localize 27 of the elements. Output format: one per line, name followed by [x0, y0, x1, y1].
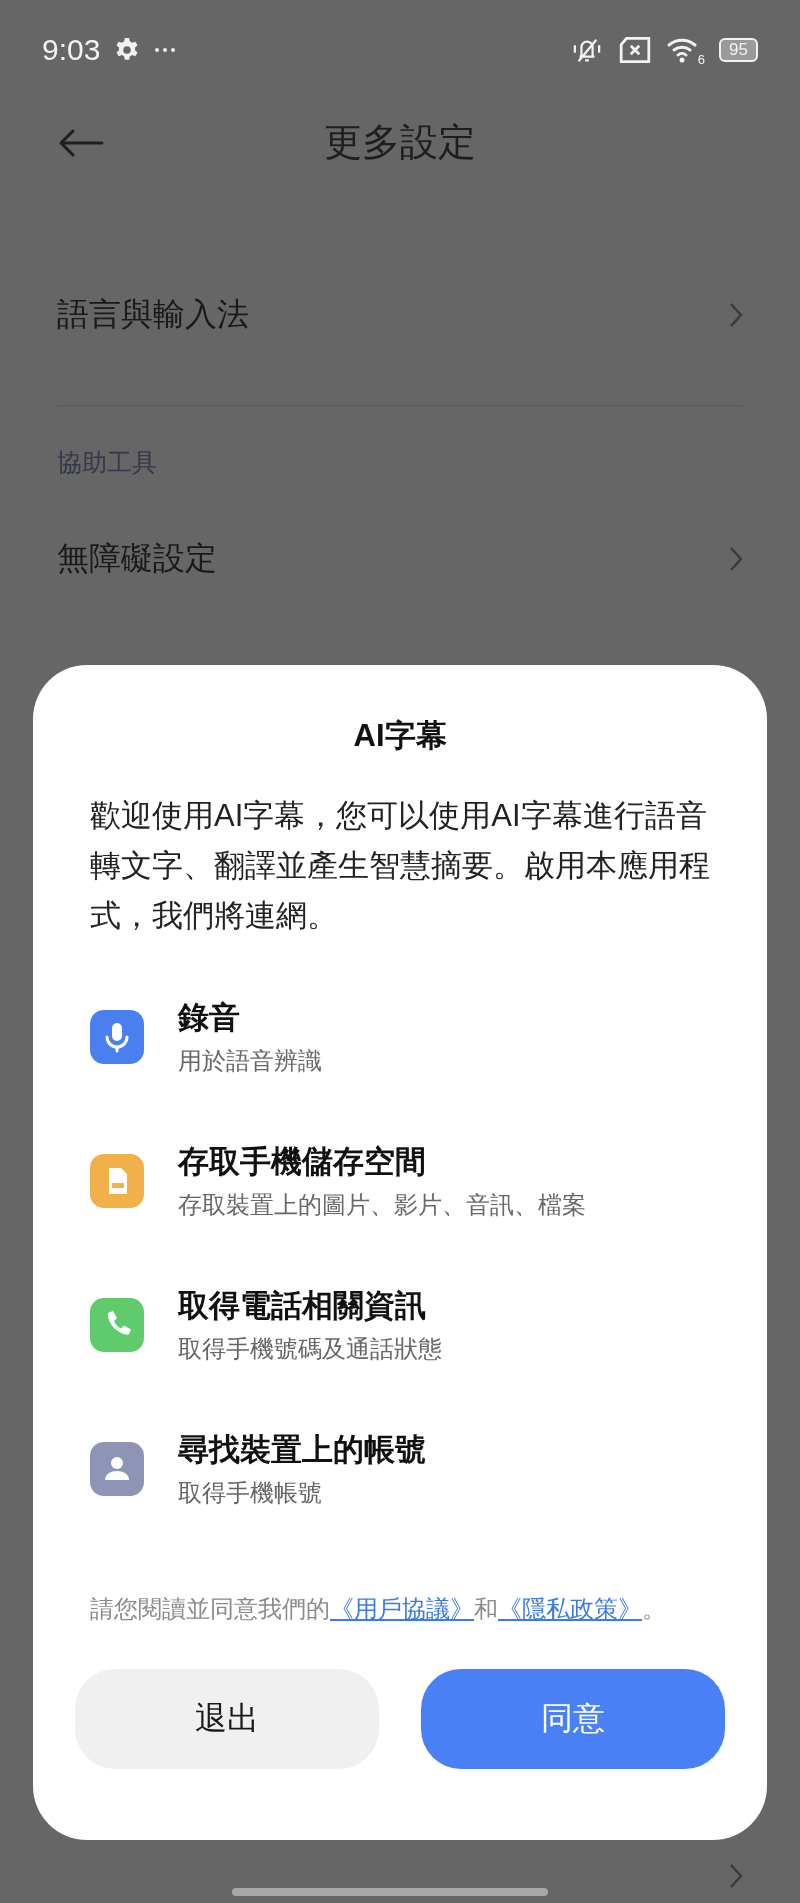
permission-description: 取得手機號碼及通話狀態 [178, 1334, 442, 1364]
setting-label[interactable]: 無障礙設定 [57, 537, 217, 581]
sim-error-icon [617, 36, 652, 64]
chevron-icon [729, 546, 743, 572]
permission-description: 取得手機帳號 [178, 1478, 323, 1508]
permission-title: 取得電話相關資訊 [178, 1287, 427, 1325]
setting-label[interactable]: 語言與輸入法 [57, 293, 249, 337]
user-agreement-link[interactable]: 《用戶協議》 [330, 1595, 474, 1622]
chevron-icon [729, 1863, 743, 1889]
battery-indicator: 95 [719, 38, 758, 62]
status-time: 9:03 [42, 33, 101, 67]
permission-title: 尋找裝置上的帳號 [178, 1431, 426, 1469]
dialog-title: AI字幕 [352, 717, 448, 755]
agree-button[interactable]: 同意 [421, 1669, 725, 1769]
intro-text: 歡迎使用AI字幕，您可以使用AI字幕進行語音轉文字、翻譯並產生智慧摘要。啟用本應用程式，我們將連網。 [90, 797, 710, 935]
privacy-policy-link[interactable]: 《隱私政策》 [498, 1595, 642, 1622]
wifi-generation-label: 6 [697, 51, 706, 67]
back-arrow-icon[interactable] [58, 127, 104, 158]
permission-description: 用於語音辨識 [178, 1046, 322, 1076]
permission-description: 存取裝置上的圖片、影片、音訊、檔案 [178, 1190, 586, 1220]
permission-title: 存取手機儲存空間 [178, 1143, 427, 1181]
exit-button[interactable]: 退出 [75, 1669, 379, 1769]
agreement-text: 請您閱讀並同意我們的《用戶協議》和《隱私政策》。 [90, 1594, 667, 1624]
page-title: 更多設定 [323, 120, 477, 165]
permission-title: 錄音 [178, 999, 241, 1037]
more-icon [154, 47, 177, 53]
chevron-icon [729, 302, 743, 328]
